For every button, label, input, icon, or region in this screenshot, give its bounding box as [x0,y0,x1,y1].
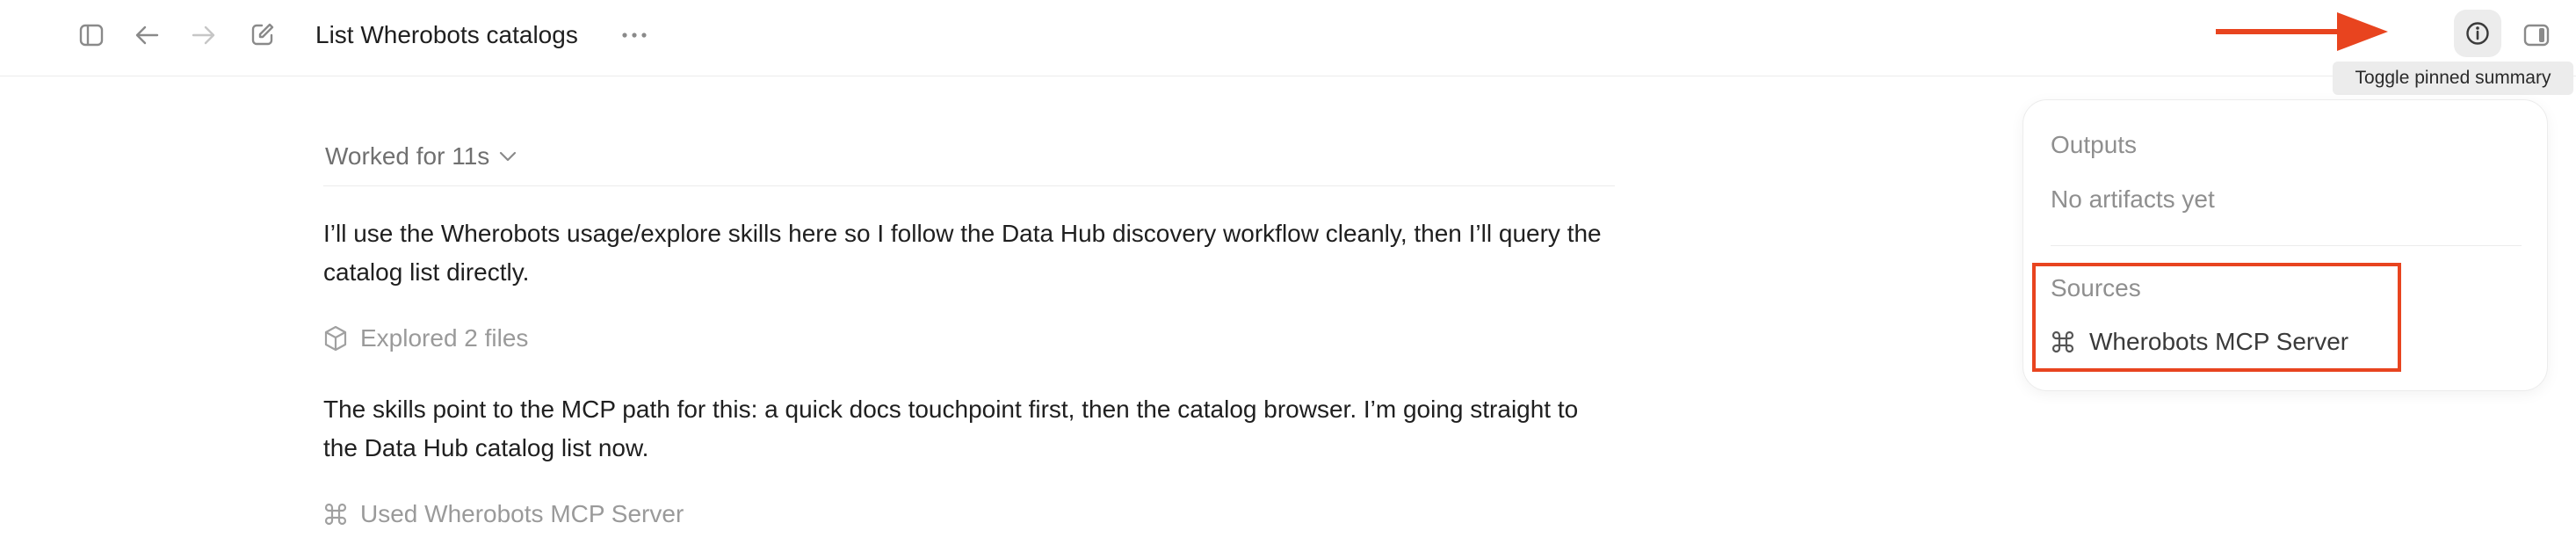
chevron-down-icon [500,151,517,162]
outputs-heading: Outputs [2051,131,2138,158]
tool-call-mcp[interactable]: Used Wherobots MCP Server [323,498,684,530]
tool-call-explored[interactable]: Explored 2 files [323,323,528,354]
sidebar-toggle-icon[interactable] [77,21,105,49]
more-icon[interactable] [620,25,648,46]
cube-icon [324,325,347,352]
tool-call-label: Explored 2 files [360,324,529,352]
command-icon [324,503,347,526]
worked-label: Worked for 11s [325,142,490,170]
divider [323,185,1615,186]
annotation-arrow [2216,12,2388,51]
tool-call-label: Used Wherobots MCP Server [360,500,684,527]
info-icon[interactable] [2465,21,2490,46]
tooltip: Toggle pinned summary [2333,62,2573,95]
assistant-message: The skills point to the MCP path for thi… [323,396,1579,461]
right-panel-icon[interactable] [2522,21,2551,49]
worked-toggle[interactable]: Worked for 11s [325,141,517,172]
annotation-highlight-box [2032,263,2401,372]
panel-divider [2051,245,2522,246]
back-arrow-icon[interactable] [133,21,161,49]
compose-icon[interactable] [249,20,277,48]
forward-arrow-icon[interactable] [190,21,218,49]
assistant-message: I’ll use the Wherobots usage/explore ski… [323,220,1602,286]
outputs-empty-text: No artifacts yet [2051,185,2215,213]
page-title: List Wherobots catalogs [315,21,578,48]
